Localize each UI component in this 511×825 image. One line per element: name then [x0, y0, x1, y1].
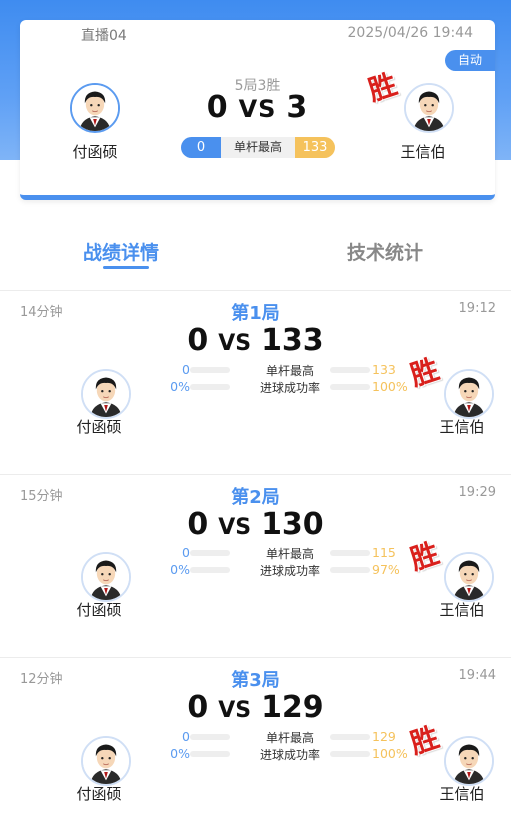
highbreak-compare-bar: 0 单杆最高 133 — [181, 137, 335, 158]
game-score-right: 133 — [261, 323, 324, 358]
player-left-name: 付函硕 — [76, 601, 122, 619]
player-avatar-icon — [406, 85, 452, 131]
stat-left-bar — [190, 751, 230, 757]
stat-right-value: 97% — [372, 562, 400, 577]
game-score: 0 VS 129 — [0, 690, 511, 725]
player-avatar-icon — [83, 554, 129, 600]
game-title: 第3局 — [231, 670, 280, 691]
game-time: 19:12 — [458, 301, 496, 316]
stat-label: 进球成功率 — [259, 564, 320, 578]
stat-right-bar — [330, 567, 370, 573]
stat-label: 进球成功率 — [259, 748, 320, 762]
stat-right-value: 129 — [372, 729, 396, 744]
player-left-name: 付函硕 — [76, 785, 122, 803]
stat-left-value: 0 — [182, 729, 190, 744]
game-score-left: 0 — [187, 507, 209, 542]
stat-row-highbreak: 0 单杆最高 133 — [165, 362, 415, 378]
game-card-2[interactable]: 15分钟 第2局 19:29 0 VS 130 0 单杆最高 115 0% 进球成功… — [0, 475, 511, 659]
stat-left-value: 0 — [182, 362, 190, 377]
player-right-avatar[interactable] — [444, 736, 494, 786]
tab-bar: 战绩详情 技术统计 — [0, 238, 511, 278]
stat-left-bar — [190, 734, 230, 740]
game-score-vs: VS — [218, 331, 252, 356]
stat-right-value: 100% — [372, 746, 408, 761]
stat-label: 单杆最高 — [265, 364, 314, 378]
score-left: 0 — [206, 90, 229, 125]
stat-label: 单杆最高 — [265, 731, 314, 745]
game-score-left: 0 — [187, 690, 209, 725]
player-right-name: 王信伯 — [439, 601, 485, 619]
player-left-avatar[interactable] — [81, 369, 131, 419]
stat-left-bar — [190, 567, 230, 573]
stat-left-value: 0% — [170, 746, 190, 761]
match-datetime: 2025/04/26 19:44 — [347, 25, 474, 41]
player-right-name: 王信伯 — [400, 143, 446, 161]
game-score: 0 VS 133 — [0, 323, 511, 358]
game-time: 19:44 — [458, 668, 496, 683]
stat-right-bar — [330, 367, 370, 373]
score-vs: VS — [238, 95, 277, 123]
stat-row-highbreak: 0 单杆最高 129 — [165, 729, 415, 745]
stat-left-value: 0% — [170, 379, 190, 394]
player-avatar-icon — [83, 738, 129, 784]
game-score-left: 0 — [187, 323, 209, 358]
stat-row-pot-rate: 0% 进球成功率 100% — [165, 379, 415, 395]
stat-row-highbreak: 0 单杆最高 115 — [165, 545, 415, 561]
stat-right-bar — [330, 550, 370, 556]
highbreak-left: 0 — [181, 137, 221, 158]
player-avatar-icon — [83, 371, 129, 417]
tab-technical-stats[interactable]: 技术统计 — [347, 238, 423, 265]
stat-right-value: 100% — [372, 379, 408, 394]
highbreak-label: 单杆最高 — [233, 140, 282, 154]
player-left-name: 付函硕 — [72, 143, 118, 161]
player-left-avatar[interactable] — [81, 736, 131, 786]
game-score-right: 129 — [261, 690, 324, 725]
game-score-vs: VS — [218, 698, 252, 723]
stat-right-bar — [330, 384, 370, 390]
stat-right-bar — [330, 751, 370, 757]
player-right-avatar[interactable] — [404, 83, 454, 133]
player-right-avatar[interactable] — [444, 552, 494, 602]
active-tab-indicator — [103, 266, 149, 269]
player-right-name: 王信伯 — [439, 418, 485, 436]
stat-left-value: 0 — [182, 545, 190, 560]
stat-right-value: 115 — [372, 545, 396, 560]
room-label: 直播04 — [81, 28, 127, 44]
stat-label: 单杆最高 — [265, 547, 314, 561]
stat-row-pot-rate: 0% 进球成功率 100% — [165, 746, 415, 762]
stat-left-bar — [190, 384, 230, 390]
game-card-1[interactable]: 14分钟 第1局 19:12 0 VS 133 0 单杆最高 133 0% 进球成功… — [0, 291, 511, 475]
game-time: 19:29 — [458, 485, 496, 500]
score-right: 3 — [286, 90, 309, 125]
stat-row-pot-rate: 0% 进球成功率 97% — [165, 562, 415, 578]
stat-left-bar — [190, 367, 230, 373]
stat-right-value: 133 — [372, 362, 396, 377]
player-left-avatar[interactable] — [81, 552, 131, 602]
game-title: 第2局 — [231, 487, 280, 508]
player-avatar-icon — [446, 371, 492, 417]
game-score-right: 130 — [261, 507, 324, 542]
player-avatar-icon — [446, 554, 492, 600]
mode-badge[interactable]: 自动 — [445, 50, 495, 71]
player-right-avatar[interactable] — [444, 369, 494, 419]
game-score: 0 VS 130 — [0, 507, 511, 542]
game-card-3[interactable]: 12分钟 第3局 19:44 0 VS 129 0 单杆最高 129 0% 进球成功… — [0, 658, 511, 825]
highbreak-right: 133 — [295, 137, 335, 158]
tab-match-details[interactable]: 战绩详情 — [83, 238, 159, 265]
stat-left-bar — [190, 550, 230, 556]
player-right-name: 王信伯 — [439, 785, 485, 803]
stat-right-bar — [330, 734, 370, 740]
stat-left-value: 0% — [170, 562, 190, 577]
stat-label: 进球成功率 — [259, 381, 320, 395]
player-avatar-icon — [446, 738, 492, 784]
match-summary-card: 直播04 2025/04/26 19:44 自动 付函硕 5局3胜 0 VS 3 0… — [20, 20, 495, 200]
game-score-vs: VS — [218, 515, 252, 540]
game-title: 第1局 — [231, 303, 280, 324]
player-left-name: 付函硕 — [76, 418, 122, 436]
